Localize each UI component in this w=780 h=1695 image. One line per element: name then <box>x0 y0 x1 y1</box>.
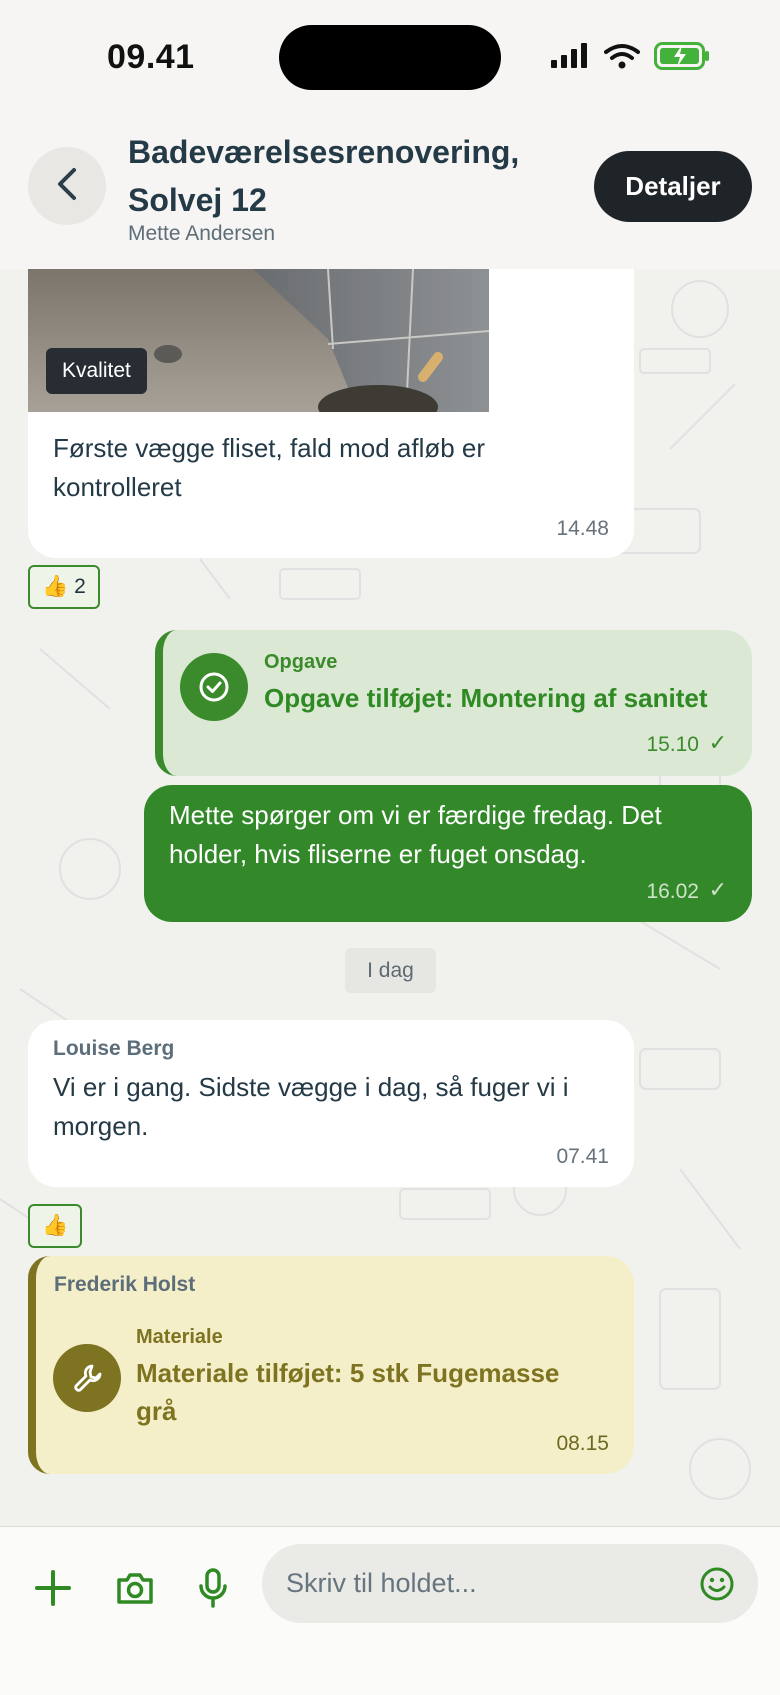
photo-message-bubble[interactable]: Kvalitet Første vægge fliset, fald mod a… <box>28 269 634 558</box>
message-time: 16.02 <box>646 880 699 903</box>
emoji-icon[interactable] <box>696 1563 738 1605</box>
message-time: 14.48 <box>556 517 609 540</box>
task-message-bubble[interactable]: Opgave Opgave tilføjet: Montering af san… <box>155 630 752 776</box>
outgoing-message-bubble[interactable]: Mette spørger om vi er færdige fredag. D… <box>144 785 752 922</box>
chat-title: Badeværelsesrenovering, Solvej 12 <box>128 134 520 218</box>
reaction-thumbs-up[interactable]: 👍 <box>28 1204 83 1248</box>
camera-icon[interactable] <box>110 1563 160 1613</box>
status-icons <box>550 42 710 75</box>
thumbs-up-emoji: 👍 <box>42 575 69 598</box>
date-separator: I dag <box>345 948 436 993</box>
check-circle-icon <box>180 653 248 721</box>
signal-icon <box>550 43 590 74</box>
message-composer <box>0 1526 780 1695</box>
message-time: 15.10 <box>646 733 699 756</box>
sender-name: Louise Berg <box>53 1037 175 1060</box>
sent-check-icon: ✓ <box>708 877 727 902</box>
task-title: Opgave tilføjet: Montering af sanitet <box>264 683 708 713</box>
material-title: Materiale tilføjet: 5 stk Fugemasse grå <box>136 1358 560 1426</box>
message-text: Vi er i gang. Sidste vægge i dag, så fug… <box>53 1072 569 1141</box>
reaction-count: 2 <box>74 575 86 598</box>
plus-icon[interactable] <box>28 1563 78 1613</box>
incoming-message-bubble[interactable]: Louise Berg Vi er i gang. Sidste vægge i… <box>28 1020 634 1187</box>
message-input[interactable] <box>286 1544 686 1623</box>
message-time: 08.15 <box>556 1432 609 1455</box>
thumbs-up-emoji: 👍 <box>42 1214 69 1237</box>
sent-check-icon: ✓ <box>708 730 727 755</box>
status-bar: 09.41 <box>0 0 780 115</box>
microphone-icon[interactable] <box>188 1563 238 1613</box>
battery-icon <box>654 42 710 75</box>
material-message-bubble[interactable]: Frederik Holst Materiale Materiale tilfø… <box>28 1256 634 1474</box>
quality-tag: Kvalitet <box>46 348 147 394</box>
message-text: Første vægge fliset, fald mod afløb er k… <box>53 433 486 502</box>
message-text: Mette spørger om vi er færdige fredag. D… <box>169 800 662 869</box>
message-input-container <box>262 1544 758 1623</box>
task-kind-label: Opgave <box>264 651 338 673</box>
details-button[interactable]: Detaljer <box>594 151 752 222</box>
sender-name: Frederik Holst <box>54 1273 196 1296</box>
dynamic-island <box>279 25 501 90</box>
wifi-icon <box>604 43 640 74</box>
back-chevron-icon <box>55 167 79 206</box>
wrench-icon <box>53 1344 121 1412</box>
back-button[interactable] <box>28 147 106 225</box>
chat-area[interactable]: Kvalitet Første vægge fliset, fald mod a… <box>0 269 780 1526</box>
message-time: 07.41 <box>556 1145 609 1168</box>
chat-subtitle: Mette Andersen <box>128 222 276 245</box>
bathroom-photo[interactable]: Kvalitet <box>28 269 489 412</box>
material-kind-label: Materiale <box>136 1326 223 1348</box>
chat-header: Badeværelsesrenovering, Solvej 12 Mette … <box>0 115 780 269</box>
status-time: 09.41 <box>107 38 195 76</box>
reaction-thumbs-up[interactable]: 👍 2 <box>28 565 100 609</box>
